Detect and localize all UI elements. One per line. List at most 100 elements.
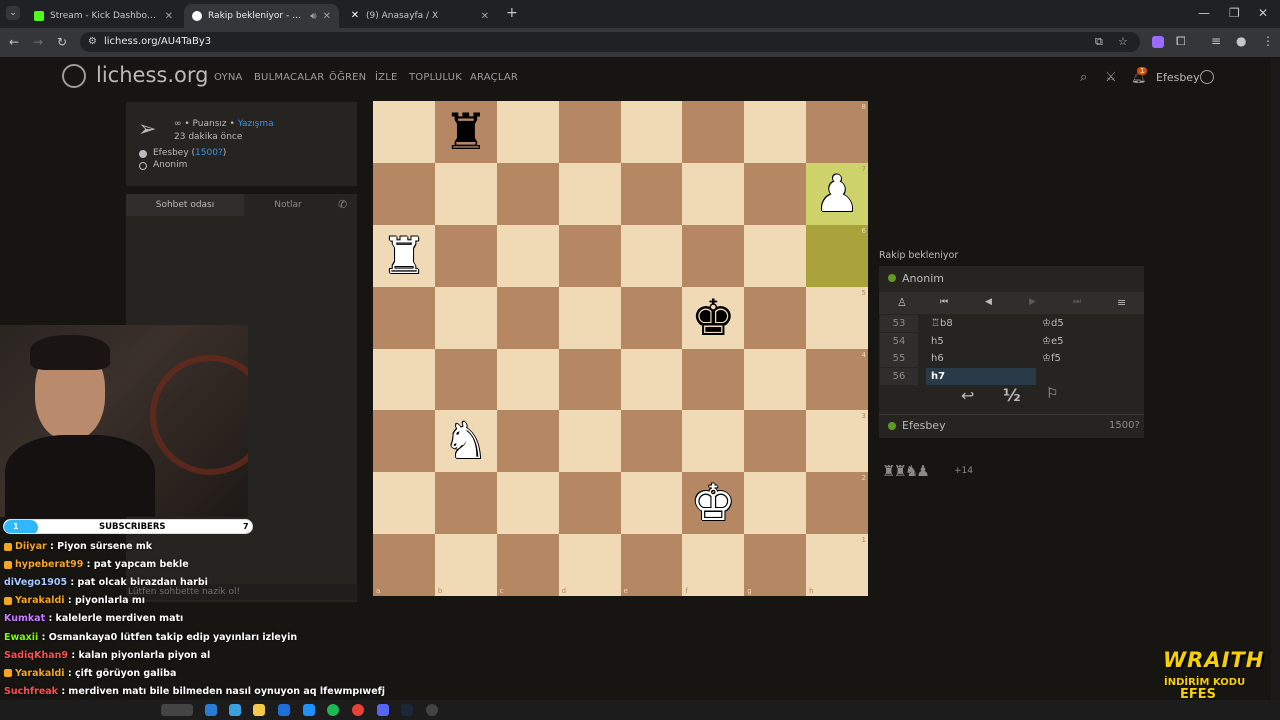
nav-puzzles[interactable]: BULMACALAR bbox=[254, 72, 324, 83]
spotify-icon[interactable] bbox=[327, 704, 339, 716]
square-b5[interactable] bbox=[434, 286, 497, 349]
tab-kick-dashboard[interactable]: Stream - Kick Dashboard ✕ bbox=[26, 4, 181, 28]
square-e7[interactable] bbox=[620, 162, 683, 225]
white-pawn-icon[interactable]: ♟ bbox=[806, 163, 868, 225]
square-f3[interactable] bbox=[682, 410, 745, 473]
square-d6[interactable] bbox=[558, 224, 621, 287]
square-g5[interactable] bbox=[744, 286, 807, 349]
close-tab-icon[interactable]: ✕ bbox=[323, 11, 331, 22]
square-d3[interactable] bbox=[558, 410, 621, 473]
square-b8[interactable]: ♜ bbox=[434, 101, 497, 163]
square-g4[interactable] bbox=[744, 348, 807, 411]
swords-icon[interactable]: ⚔ bbox=[1105, 70, 1117, 85]
square-g8[interactable] bbox=[744, 101, 807, 163]
square-a5[interactable] bbox=[373, 286, 435, 349]
square-d8[interactable] bbox=[558, 101, 621, 163]
extensions-puzzle-icon[interactable]: ⧠ bbox=[1176, 35, 1186, 47]
minimize-icon[interactable]: — bbox=[1198, 7, 1210, 19]
square-d7[interactable] bbox=[558, 162, 621, 225]
close-tab-icon[interactable]: ✕ bbox=[481, 11, 489, 22]
square-c5[interactable] bbox=[496, 286, 559, 349]
previous-move-icon[interactable]: ◀ bbox=[985, 297, 992, 307]
square-e3[interactable] bbox=[620, 410, 683, 473]
square-g2[interactable] bbox=[744, 472, 807, 535]
site-logo[interactable]: lichess.org bbox=[96, 63, 208, 87]
square-g6[interactable] bbox=[744, 224, 807, 287]
square-g3[interactable] bbox=[744, 410, 807, 473]
square-e2[interactable] bbox=[620, 472, 683, 535]
taskbar-app-icon[interactable] bbox=[205, 704, 217, 716]
correspondence-link[interactable]: Yazışma bbox=[238, 119, 274, 129]
obs-icon[interactable] bbox=[426, 704, 438, 716]
square-e1[interactable]: e bbox=[620, 534, 683, 596]
offer-draw-button[interactable]: ½ bbox=[1003, 386, 1021, 406]
page-scrollbar[interactable] bbox=[1271, 58, 1280, 700]
white-rook-icon[interactable]: ♜ bbox=[373, 225, 435, 287]
square-g7[interactable] bbox=[744, 162, 807, 225]
taskbar-thumbnail[interactable] bbox=[161, 704, 193, 716]
discord-icon[interactable] bbox=[377, 704, 389, 716]
user-menu-name[interactable]: Efesbey bbox=[1156, 71, 1200, 84]
taskbar-app-icon[interactable] bbox=[229, 704, 241, 716]
chess-board[interactable]: ♜ 8 7 ♟ ♜ 6 ♚ 5 4 ♞ 3 ♚ 2 a b c d e f g 1 h bbox=[373, 101, 868, 596]
steam-icon[interactable] bbox=[401, 704, 413, 716]
black-move[interactable]: ♔d5 bbox=[1042, 315, 1064, 332]
square-f6[interactable] bbox=[682, 224, 745, 287]
square-a7[interactable] bbox=[373, 162, 435, 225]
tab-search-icon[interactable]: ⌄ bbox=[6, 6, 20, 20]
square-c8[interactable] bbox=[496, 101, 559, 163]
white-knight-icon[interactable]: ♞ bbox=[435, 410, 497, 472]
taskbar-app-icon[interactable] bbox=[253, 704, 265, 716]
square-f7[interactable] bbox=[682, 162, 745, 225]
square-d4[interactable] bbox=[558, 348, 621, 411]
square-g1[interactable]: g bbox=[744, 534, 807, 596]
tab-notes[interactable]: Notlar bbox=[244, 194, 332, 216]
close-window-icon[interactable]: ✕ bbox=[1258, 7, 1268, 19]
speaker-icon[interactable]: 🔊︎ bbox=[310, 11, 316, 22]
chrome-menu-icon[interactable]: ⋮ bbox=[1262, 35, 1274, 47]
square-f4[interactable] bbox=[682, 348, 745, 411]
square-a3[interactable] bbox=[373, 410, 435, 473]
black-king-icon[interactable]: ♚ bbox=[682, 287, 744, 349]
square-d2[interactable] bbox=[558, 472, 621, 535]
square-a1[interactable]: a bbox=[373, 534, 435, 596]
white-player-name[interactable]: Efesbey bbox=[153, 148, 189, 158]
square-f1[interactable]: f bbox=[682, 534, 745, 596]
restore-icon[interactable]: ❐ bbox=[1229, 7, 1240, 19]
square-f5[interactable]: ♚ bbox=[682, 286, 745, 349]
new-tab-icon[interactable]: + bbox=[506, 6, 518, 20]
taskbar-app-icon[interactable] bbox=[303, 704, 315, 716]
square-a2[interactable] bbox=[373, 472, 435, 535]
forward-icon[interactable]: → bbox=[33, 36, 43, 48]
square-h7[interactable]: 7 ♟ bbox=[806, 162, 868, 225]
taskbar-app-icon[interactable] bbox=[278, 704, 290, 716]
black-move[interactable]: ♔e5 bbox=[1042, 333, 1063, 350]
nav-learn[interactable]: ÖĞREN bbox=[329, 72, 366, 83]
resign-flag-icon[interactable]: ⚐ bbox=[1046, 386, 1059, 402]
square-h2[interactable]: 2 bbox=[806, 472, 868, 535]
chrome-icon[interactable] bbox=[352, 704, 364, 716]
square-h8[interactable]: 8 bbox=[806, 101, 868, 163]
square-a6[interactable]: ♜ bbox=[373, 224, 435, 287]
last-move-icon[interactable]: ⏭ bbox=[1073, 297, 1081, 307]
nav-community[interactable]: TOPLULUK bbox=[409, 72, 462, 83]
address-bar[interactable]: ⚙ lichess.org/AU4TaBy3 ⧉ ☆ bbox=[80, 32, 1140, 52]
next-move-icon[interactable]: ▶ bbox=[1029, 297, 1036, 307]
white-move[interactable]: h7 bbox=[931, 368, 945, 385]
square-b4[interactable] bbox=[434, 348, 497, 411]
white-move[interactable]: ♖b8 bbox=[931, 315, 953, 332]
square-b3[interactable]: ♞ bbox=[434, 410, 497, 473]
square-a4[interactable] bbox=[373, 348, 435, 411]
square-b2[interactable] bbox=[434, 472, 497, 535]
square-d1[interactable]: d bbox=[558, 534, 621, 596]
profile-icon[interactable]: ● bbox=[1236, 35, 1246, 47]
nav-play[interactable]: OYNA bbox=[214, 72, 243, 83]
nav-tools[interactable]: ARAÇLAR bbox=[470, 72, 518, 83]
search-icon[interactable]: ⌕ bbox=[1080, 70, 1087, 85]
menu-icon[interactable]: ≡ bbox=[1117, 296, 1126, 309]
square-b1[interactable]: b bbox=[434, 534, 497, 596]
square-c6[interactable] bbox=[496, 224, 559, 287]
square-b7[interactable] bbox=[434, 162, 497, 225]
player-name[interactable]: Efesbey bbox=[902, 419, 946, 432]
square-c7[interactable] bbox=[496, 162, 559, 225]
